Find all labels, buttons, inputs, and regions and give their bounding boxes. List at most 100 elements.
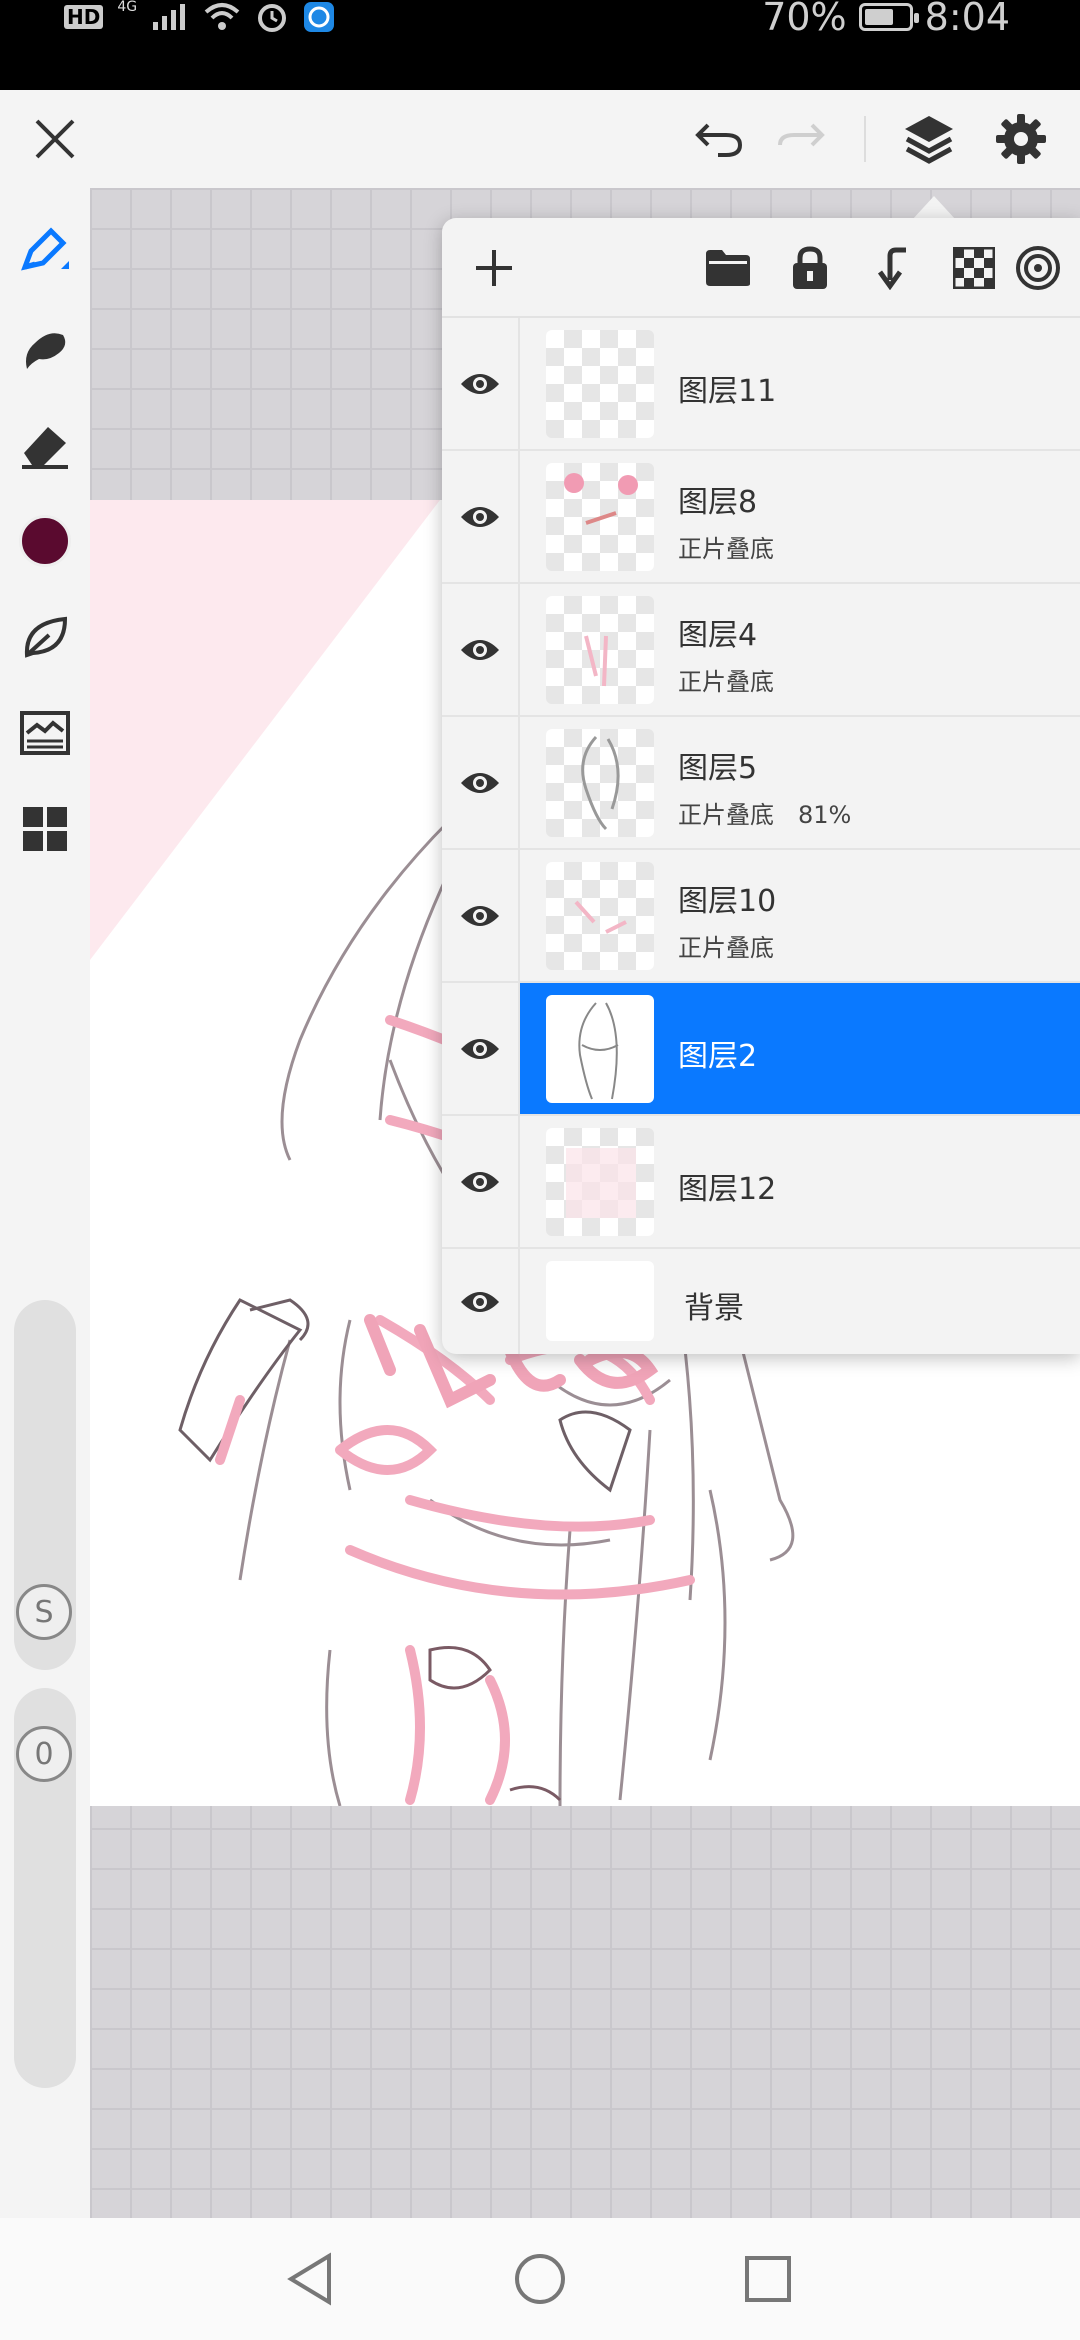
opacity-label: 0 xyxy=(16,1726,72,1782)
layer-thumbnail xyxy=(546,596,654,704)
layer-thumbnail xyxy=(546,995,654,1103)
layer-item[interactable]: 图层10 正片叠底 xyxy=(520,850,1080,981)
layer-visibility-toggle[interactable] xyxy=(442,717,520,848)
more-tools-button[interactable] xyxy=(0,784,90,874)
nav-home-button[interactable] xyxy=(480,2218,600,2340)
layer-row[interactable]: 图层5 正片叠底 81% xyxy=(442,717,1080,850)
eye-icon xyxy=(461,1038,499,1059)
layer-blend-mode: 正片叠底 xyxy=(678,668,774,696)
eye-icon xyxy=(461,905,499,926)
layer-thumbnail xyxy=(546,1261,654,1341)
layers-panel: 图层11 图层8 正片叠底 图层4 正片叠底 图层5 正片叠底 81% 图层10… xyxy=(442,218,1080,1354)
layer-thumbnail xyxy=(546,729,654,837)
folder-icon xyxy=(706,250,750,286)
layer-visibility-toggle[interactable] xyxy=(442,1116,520,1247)
layers-icon xyxy=(905,116,953,164)
redo-icon xyxy=(778,123,825,147)
layer-folder-button[interactable] xyxy=(688,228,768,308)
layer-item[interactable]: 图层5 正片叠底 81% xyxy=(520,717,1080,848)
add-layer-button[interactable] xyxy=(454,228,534,308)
eye-icon xyxy=(461,1171,499,1192)
close-icon xyxy=(35,119,75,159)
smudge-tool-button[interactable] xyxy=(0,304,90,394)
eye-icon xyxy=(461,772,499,793)
layer-row-background[interactable]: 背景 xyxy=(442,1249,1080,1354)
layer-item[interactable]: 图层11 xyxy=(520,318,1080,449)
eye-icon xyxy=(461,373,499,394)
layer-item[interactable]: 图层12 xyxy=(520,1116,1080,1247)
layer-visibility-toggle[interactable] xyxy=(442,983,520,1114)
app-notification-icon xyxy=(304,2,335,32)
eye-icon xyxy=(461,639,499,660)
redo-button[interactable] xyxy=(756,90,846,188)
alarm-icon xyxy=(258,4,287,32)
layer-name: 图层10 xyxy=(678,884,777,919)
layer-blend-mode: 正片叠底 xyxy=(678,535,774,563)
layer-thumbnail xyxy=(546,862,654,970)
home-circle-icon xyxy=(515,2254,565,2304)
system-nav-bar xyxy=(0,2218,1080,2340)
image-adjust-icon xyxy=(20,711,70,755)
eye-icon xyxy=(461,506,499,527)
brush-tool-button[interactable] xyxy=(0,206,90,296)
target-icon xyxy=(1016,246,1060,290)
back-triangle-icon xyxy=(287,2252,331,2306)
clock: 8:04 xyxy=(924,0,1010,39)
layer-visibility-toggle[interactable] xyxy=(442,318,520,449)
nav-recents-button[interactable] xyxy=(708,2218,828,2340)
layer-row[interactable]: 图层4 正片叠底 xyxy=(442,584,1080,717)
layer-item[interactable]: 图层8 正片叠底 xyxy=(520,451,1080,582)
layer-name: 图层2 xyxy=(678,1039,758,1074)
layer-name: 背景 xyxy=(684,1291,744,1326)
clipping-mask-button[interactable] xyxy=(852,228,932,308)
layer-blend-mode: 正片叠底 81% xyxy=(678,801,852,829)
layer-row[interactable]: 图层11 xyxy=(442,318,1080,451)
color-picker-button[interactable] xyxy=(0,496,90,586)
lock-icon xyxy=(793,246,827,289)
gear-icon xyxy=(996,114,1046,164)
undo-button[interactable] xyxy=(674,90,764,188)
layer-thumbnail xyxy=(546,330,654,438)
nav-back-button[interactable] xyxy=(250,2218,370,2340)
settings-button[interactable] xyxy=(976,90,1066,188)
layer-name: 图层8 xyxy=(678,485,758,520)
liquify-tool-button[interactable] xyxy=(0,592,90,682)
plus-icon xyxy=(476,250,512,286)
lock-layer-button[interactable] xyxy=(770,228,850,308)
pen-icon xyxy=(21,227,69,271)
wifi-icon xyxy=(204,3,240,30)
clip-arrow-icon xyxy=(877,247,906,290)
layer-row[interactable]: 图层12 xyxy=(442,1116,1080,1249)
checkerboard-icon xyxy=(953,247,995,289)
layer-visibility-toggle[interactable] xyxy=(442,850,520,981)
battery-icon xyxy=(858,3,919,31)
layer-opacity: 81% xyxy=(798,801,852,829)
layer-item[interactable]: 背景 xyxy=(520,1249,1080,1354)
status-bar: HD 4G 70% 8:04 xyxy=(0,0,1080,90)
eraser-tool-button[interactable] xyxy=(0,400,90,490)
layer-item[interactable]: 图层2 xyxy=(520,983,1080,1114)
layer-visibility-toggle[interactable] xyxy=(442,451,520,582)
undo-icon xyxy=(695,123,743,157)
eye-icon xyxy=(461,1291,499,1312)
layers-button[interactable] xyxy=(884,90,974,188)
left-toolbar: S 0 xyxy=(0,188,90,2218)
adjust-tool-button[interactable] xyxy=(0,688,90,778)
close-button[interactable] xyxy=(10,90,100,188)
app-toolbar xyxy=(0,90,1080,188)
battery-percent: 70% xyxy=(762,0,847,39)
toolbar-divider xyxy=(864,116,866,162)
eraser-icon xyxy=(22,427,68,469)
layer-row-selected[interactable]: 图层2 xyxy=(442,983,1080,1116)
layer-visibility-toggle[interactable] xyxy=(442,584,520,715)
layer-visibility-toggle[interactable] xyxy=(442,1249,520,1354)
network-label: 4G xyxy=(117,0,138,15)
layer-item[interactable]: 图层4 正片叠底 xyxy=(520,584,1080,715)
layer-target-button[interactable] xyxy=(998,228,1078,308)
status-left: HD 4G xyxy=(64,0,335,34)
layer-row[interactable]: 图层10 正片叠底 xyxy=(442,850,1080,983)
size-label: S xyxy=(16,1584,72,1640)
layer-row[interactable]: 图层8 正片叠底 xyxy=(442,451,1080,584)
layer-name: 图层12 xyxy=(678,1172,777,1207)
leaf-icon xyxy=(24,616,68,658)
